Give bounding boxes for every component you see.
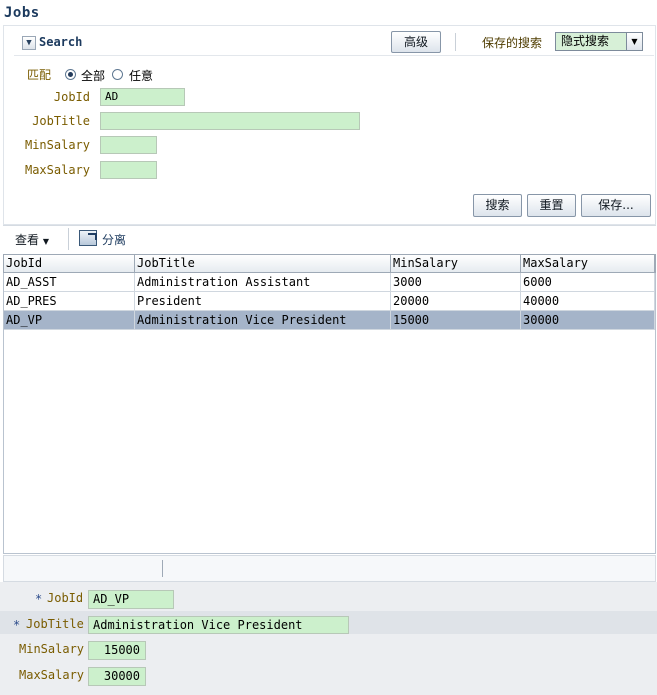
minsalary-form-label: MinSalary [19, 642, 85, 656]
header-divider [455, 33, 456, 51]
jobid-required-mark: * [35, 592, 43, 606]
cell-jobtitle: Administration Vice President [135, 311, 391, 329]
search-button[interactable]: 搜索 [473, 194, 522, 217]
save-search-button[interactable]: 保存... [581, 194, 651, 217]
cell-minsalary: 15000 [391, 311, 521, 329]
search-title: Search [39, 35, 83, 49]
dropdown-arrow-icon[interactable]: ▼ [626, 33, 642, 50]
match-all-label: 全部 [81, 69, 106, 83]
table-row[interactable]: AD_PRES President 20000 40000 [4, 292, 655, 311]
table-row[interactable]: AD_VP Administration Vice President 15000 3… [4, 311, 655, 330]
saved-search-select[interactable]: 隐式搜索 ▼ [555, 32, 643, 51]
cell-maxsalary: 6000 [521, 273, 655, 291]
column-header-jobid[interactable]: JobId [4, 255, 135, 272]
table-row[interactable]: AD_ASST Administration Assistant 3000 6000 [4, 273, 655, 292]
column-header-minsalary[interactable]: MinSalary [391, 255, 521, 272]
column-header-jobtitle[interactable]: JobTitle [135, 255, 391, 272]
cell-minsalary: 20000 [391, 292, 521, 310]
cell-maxsalary: 30000 [521, 311, 655, 329]
jobtitle-search-label: JobTitle [32, 114, 90, 128]
jobid-form-label: JobId [47, 591, 84, 605]
jobtitle-form-label: JobTitle [26, 617, 84, 631]
jobtitle-required-mark: * [13, 618, 21, 632]
match-all-radio[interactable] [65, 69, 76, 80]
cell-jobid: AD_VP [4, 311, 135, 329]
jobid-search-label: JobId [53, 90, 90, 104]
jobtitle-search-input[interactable] [100, 112, 360, 130]
maxsalary-form-input[interactable]: 30000 [88, 667, 146, 686]
maxsalary-form-label: MaxSalary [19, 668, 85, 682]
jobid-form-input[interactable]: AD_VP [88, 590, 174, 609]
reset-button[interactable]: 重置 [527, 194, 576, 217]
toolbar-separator [68, 228, 69, 250]
footer-divider [162, 560, 163, 577]
match-any-label: 任意 [129, 69, 154, 83]
cell-jobtitle: Administration Assistant [135, 273, 391, 291]
saved-search-value: 隐式搜索 [561, 34, 610, 48]
match-label: 匹配 [27, 68, 52, 82]
table-header: JobId JobTitle MinSalary MaxSalary [3, 254, 656, 273]
maxsalary-search-label: MaxSalary [24, 163, 90, 177]
column-header-maxsalary[interactable]: MaxSalary [521, 255, 655, 272]
minsalary-search-input[interactable] [100, 136, 157, 154]
minsalary-search-label: MinSalary [24, 138, 90, 152]
match-any-radio[interactable] [112, 69, 123, 80]
detach-button[interactable]: 分离 [102, 231, 126, 248]
cell-jobtitle: President [135, 292, 391, 310]
cell-maxsalary: 40000 [521, 292, 655, 310]
advanced-button[interactable]: 高级 [391, 31, 441, 53]
collapse-chevron-icon[interactable]: ▼ [22, 36, 36, 50]
view-menu[interactable]: 查看 ▼ [15, 231, 49, 248]
toolbar-divider [3, 225, 656, 226]
cell-minsalary: 3000 [391, 273, 521, 291]
detach-icon[interactable] [79, 230, 97, 246]
table-footer [3, 555, 656, 582]
maxsalary-search-input[interactable] [100, 161, 157, 179]
minsalary-form-input[interactable]: 15000 [88, 641, 146, 660]
page-title: Jobs [4, 5, 40, 21]
view-menu-label: 查看 [15, 233, 40, 247]
cell-jobid: AD_PRES [4, 292, 135, 310]
jobtitle-form-input[interactable]: Administration Vice President [88, 616, 349, 634]
cell-jobid: AD_ASST [4, 273, 135, 291]
jobs-table: AD_ASST Administration Assistant 3000 6000 A… [3, 254, 656, 554]
view-chevron-down-icon: ▼ [42, 237, 49, 246]
saved-search-label: 保存的搜索 [482, 36, 543, 50]
jobid-search-input[interactable]: AD [100, 88, 185, 106]
